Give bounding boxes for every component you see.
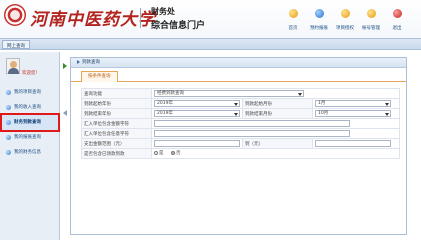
sidebar-item-label: 我的收入查询 [14,105,41,110]
bullet-icon [6,90,11,95]
start-year-select[interactable]: 2019年 [154,100,240,107]
header-divider [140,8,141,28]
sidebar-item-my-income[interactable]: 我的收入查询 [2,100,58,115]
top-tab-bar: 网上查询 [0,38,421,50]
sidebar-item-label: 我的财务信息 [14,150,41,155]
include-claimed-label: 是否包含已领款到款 [81,148,152,159]
tab-online-query[interactable]: 网上查询 [2,40,30,49]
portal-name: 综合信息门户 [151,21,206,31]
payer-account-label: 汇入单位包含金额字符 [81,118,152,129]
sidebar-item-my-reimbursement[interactable]: 我的报账查询 [2,130,58,145]
radio-no[interactable] [170,151,175,156]
payer-account-input[interactable] [154,120,350,127]
end-month-cell: 10月 [312,108,400,119]
start-month-cell: 1月 [312,98,400,109]
bullet-icon [6,105,11,110]
amount-max-cell [312,138,400,149]
radio-no-label: 否 [175,151,181,157]
query-function-label: 查询功能 [81,88,152,99]
logout-icon [392,9,402,18]
nav-booking-label: 预约报账 [310,26,328,31]
payer-name-label: 汇入单位包含任意字符 [81,128,152,139]
nav-logout[interactable]: 退出 [384,9,410,31]
arrow-right-icon [77,59,80,64]
sidebar-item-my-finance-info[interactable]: 我的财务信息 [2,145,58,160]
amount-min-cell [151,138,243,149]
payer-name-input[interactable] [154,130,350,137]
nav-authorize[interactable]: 项目授权 [332,9,358,31]
sidebar: 欢迎您！ 我的项目查询 我的收入查询 财务到款查询 我的报账查询 我的财务信息 [0,52,60,240]
end-year-label: 到款结束年份 [81,108,152,119]
sidebar-item-payment-query[interactable]: 财务到款查询 [0,113,60,132]
end-year-select[interactable]: 2019年 [154,110,240,117]
main-panel: 到款查询 按条件查询 查询功能 经费到款查询 到款起始年份 2019年 到款起始… [70,57,407,235]
collapse-sidebar-icon[interactable] [63,63,67,69]
sidebar-item-my-projects[interactable]: 我的项目查询 [2,85,58,100]
nav-account-label: 帐号管理 [362,26,380,31]
account-icon [366,9,376,18]
panel-title: 到款查询 [82,60,100,65]
start-year-label: 到款起始年份 [81,98,152,109]
bullet-icon [6,135,11,140]
radio-yes[interactable] [154,151,158,156]
include-claimed-cell: 是 否 [151,148,400,159]
nav-home[interactable]: 首页 [280,9,306,31]
panel-header: 到款查询 [71,58,406,68]
query-form-table: 查询功能 经费到款查询 到款起始年份 2019年 到款起始月份 1月 到款结束年… [81,88,400,159]
header: 河南中医药大学 财务处 综合信息门户 首页 预约报账 项目授权 帐号管理 退出 [0,0,421,38]
nav-authorize-label: 项目授权 [336,26,354,31]
nav-account[interactable]: 帐号管理 [358,9,384,31]
amount-range-label: 支出金额范围（元） [81,138,152,149]
amount-min-input[interactable] [154,140,240,147]
start-month-select[interactable]: 1月 [315,100,391,107]
query-function-select[interactable]: 经费到款查询 [154,90,304,97]
sidebar-item-label: 财务到款查询 [14,120,41,125]
bullet-icon [6,120,11,125]
query-function-cell: 经费到款查询 [151,88,400,99]
welcome-text: 欢迎您！ [22,71,40,76]
nav-booking[interactable]: 预约报账 [306,9,332,31]
sidebar-item-label: 我的项目查询 [14,90,41,95]
payer-account-cell [151,118,400,129]
nav-home-label: 首页 [288,26,298,31]
radio-yes-label: 是 [159,151,164,157]
booking-icon [314,9,324,18]
university-logo [4,4,26,26]
subtab-row: 按条件查询 [71,68,406,82]
authorize-icon [340,9,350,18]
avatar [6,58,20,74]
query-form: 查询功能 经费到款查询 到款起始年份 2019年 到款起始月份 1月 到款结束年… [81,88,400,159]
user-box: 欢迎您！ [2,58,58,80]
payer-name-cell [151,128,400,139]
sidebar-item-label: 我的报账查询 [14,135,41,140]
sidebar-menu: 我的项目查询 我的收入查询 财务到款查询 我的报账查询 我的财务信息 [0,85,60,160]
end-month-label: 到款结束月份 [242,108,313,119]
department-name: 财务处 [151,7,175,16]
nav-logout-label: 退出 [392,26,402,31]
tab-query-by-condition[interactable]: 按条件查询 [81,71,118,82]
bullet-icon [6,150,11,155]
amount-to-label: 到（元） [242,138,313,149]
start-year-cell: 2019年 [151,98,243,109]
start-month-label: 到款起始月份 [242,98,313,109]
university-name: 河南中医药大学 [30,10,156,30]
amount-max-input[interactable] [315,140,391,147]
end-month-select[interactable]: 10月 [315,110,391,117]
expand-sidebar-icon[interactable] [63,110,67,116]
end-year-cell: 2019年 [151,108,243,119]
home-icon [288,9,298,18]
